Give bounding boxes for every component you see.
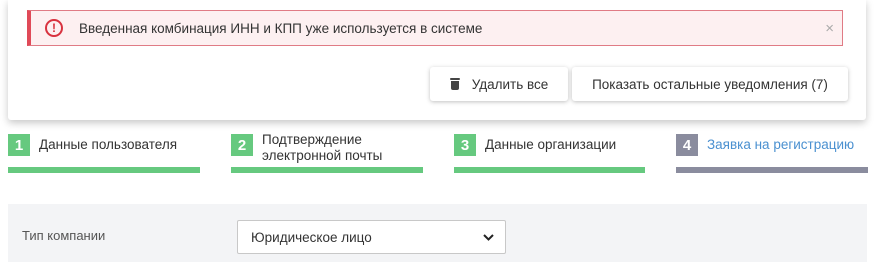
delete-all-button[interactable]: Удалить все: [430, 67, 568, 101]
step-email-confirmation[interactable]: 2 Подтверждение электронной почты: [231, 132, 423, 173]
close-icon[interactable]: ×: [825, 20, 834, 37]
error-icon: !: [45, 19, 63, 37]
step-label[interactable]: Заявка на регистрацию: [707, 137, 854, 153]
step-label: Подтверждение электронной почты: [262, 132, 383, 163]
step-progress-bar: [8, 167, 200, 173]
step-number: 4: [676, 134, 698, 156]
company-type-row: Тип компании Юридическое лицо: [8, 204, 867, 262]
step-label: Данные пользователя: [39, 137, 178, 152]
trash-icon: [449, 78, 460, 90]
error-alert: ! Введенная комбинация ИНН и КПП уже исп…: [27, 10, 843, 46]
show-other-notifications-label: Показать остальные уведомления (7): [592, 76, 828, 92]
step-registration-request[interactable]: 4 Заявка на регистрацию: [676, 133, 868, 173]
delete-all-label: Удалить все: [471, 76, 549, 92]
error-message: Введенная комбинация ИНН и КПП уже испол…: [79, 20, 483, 36]
step-label: Данные организации: [485, 137, 617, 152]
step-number: 1: [8, 134, 30, 156]
step-progress-bar: [454, 167, 645, 173]
company-type-value: Юридическое лицо: [251, 229, 372, 245]
step-number: 3: [454, 134, 476, 156]
step-progress-bar: [231, 167, 423, 173]
notification-panel: ! Введенная комбинация ИНН и КПП уже исп…: [8, 0, 866, 120]
step-organization-data[interactable]: 3 Данные организации: [454, 133, 645, 173]
company-type-select[interactable]: Юридическое лицо: [237, 220, 506, 254]
step-number: 2: [231, 134, 253, 156]
chevron-down-icon: [483, 234, 494, 241]
show-other-notifications-button[interactable]: Показать остальные уведомления (7): [572, 67, 848, 101]
company-type-label: Тип компании: [22, 228, 106, 243]
step-user-data[interactable]: 1 Данные пользователя: [8, 133, 200, 173]
step-progress-bar: [676, 167, 868, 173]
